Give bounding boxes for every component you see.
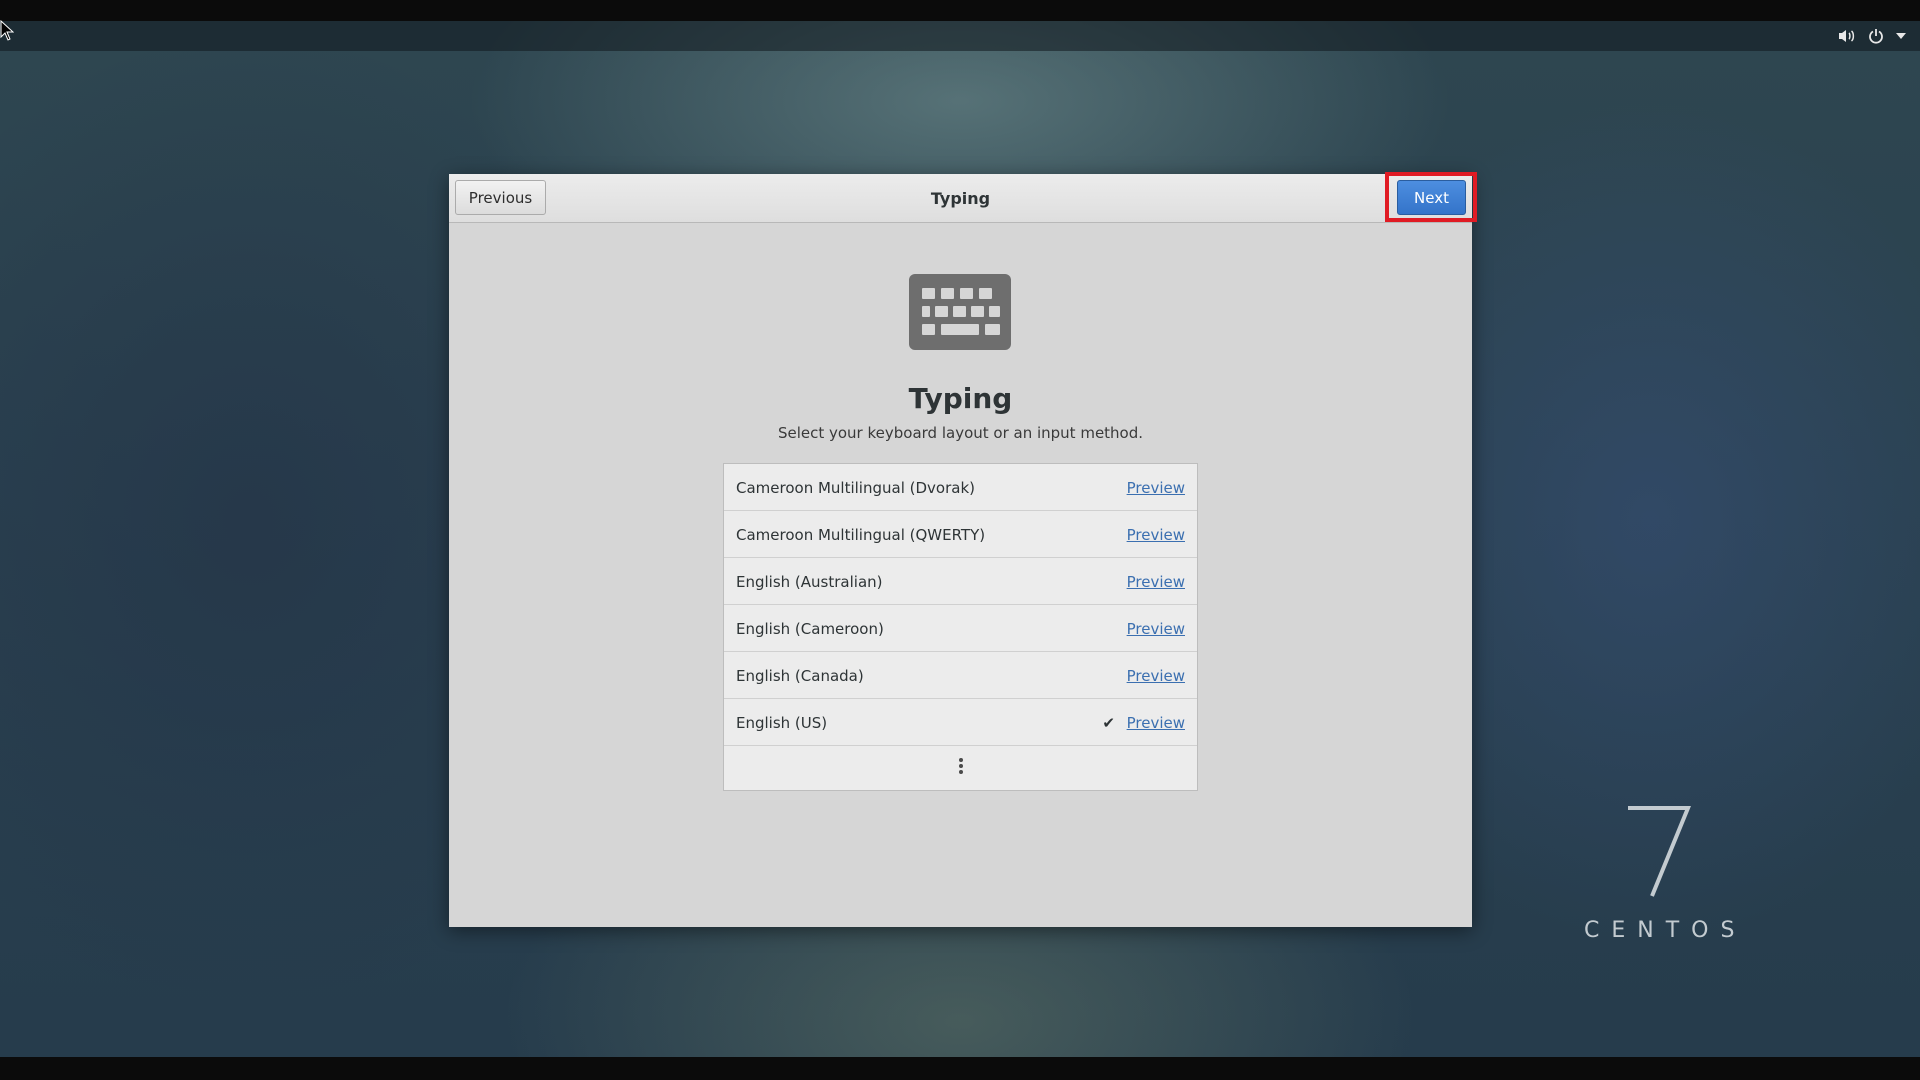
preview-link[interactable]: Preview	[1127, 605, 1185, 652]
dropdown-arrow-icon[interactable]	[1896, 32, 1906, 40]
preview-link[interactable]: Preview	[1127, 652, 1185, 699]
top-letterbox	[0, 0, 1920, 21]
speaker-icon[interactable]	[1838, 28, 1856, 44]
page-heading: Typing	[908, 382, 1013, 415]
initial-setup-window: Previous Typing Next Typing Select your …	[449, 172, 1477, 927]
layout-label: English (Canada)	[736, 666, 864, 685]
layout-label: English (US)	[736, 713, 828, 732]
more-layouts-button[interactable]	[724, 746, 1197, 790]
preview-link[interactable]: Preview	[1127, 511, 1185, 558]
status-area[interactable]	[1838, 21, 1906, 51]
header-bar: Previous Typing Next	[449, 172, 1477, 223]
power-icon[interactable]	[1868, 28, 1884, 44]
centos-wordmark: CENTOS	[1584, 918, 1747, 943]
layout-row[interactable]: English (Cameroon) Preview	[724, 605, 1197, 652]
vertical-ellipsis-icon	[958, 757, 964, 779]
mouse-cursor-icon	[0, 19, 15, 46]
keyboard-icon	[909, 274, 1011, 350]
keyboard-layout-list: Cameroon Multilingual (Dvorak) Preview C…	[723, 463, 1198, 791]
layout-row[interactable]: English (Canada) Preview	[724, 652, 1197, 699]
layout-label: Cameroon Multilingual (Dvorak)	[736, 478, 975, 497]
bottom-letterbox	[0, 1057, 1920, 1080]
layout-row[interactable]: Cameroon Multilingual (Dvorak) Preview	[724, 464, 1197, 511]
layout-label: Cameroon Multilingual (QWERTY)	[736, 525, 986, 544]
preview-link[interactable]: Preview	[1127, 699, 1185, 746]
preview-link[interactable]: Preview	[1127, 558, 1185, 605]
layout-row[interactable]: English (Australian) Preview	[724, 558, 1197, 605]
window-title: Typing	[930, 188, 991, 208]
layout-row-selected[interactable]: English (US) ✔ Preview	[724, 699, 1197, 746]
next-button[interactable]: Next	[1397, 180, 1466, 215]
layout-row[interactable]: Cameroon Multilingual (QWERTY) Preview	[724, 511, 1197, 558]
centos-version-logo	[1620, 800, 1700, 900]
top-panel	[0, 21, 1920, 51]
checkmark-icon: ✔	[1102, 713, 1115, 732]
preview-link[interactable]: Preview	[1127, 464, 1185, 511]
layout-label: English (Cameroon)	[736, 619, 884, 638]
layout-label: English (Australian)	[736, 572, 883, 591]
previous-button[interactable]: Previous	[455, 180, 546, 215]
page-subtitle: Select your keyboard layout or an input …	[777, 424, 1144, 442]
